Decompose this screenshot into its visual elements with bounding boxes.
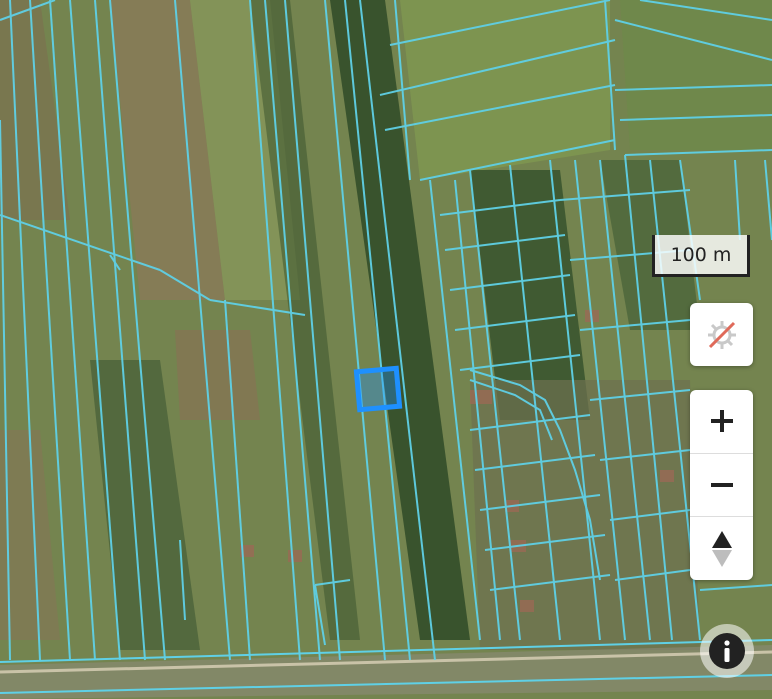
selected-parcel[interactable] [353,365,403,413]
info-icon [709,633,745,669]
zoom-controls [690,390,753,580]
minus-icon [710,483,733,487]
scale-bar: 100 m [652,235,750,277]
scale-label: 100 m [670,243,732,266]
zoom-out-button[interactable] [690,454,753,518]
gps-toggle-button[interactable] [690,303,753,366]
satellite-map[interactable] [0,0,772,699]
gear-crossed-icon [707,320,736,349]
zoom-in-button[interactable] [690,390,753,454]
info-button[interactable] [700,624,754,678]
plus-icon [710,410,733,433]
compass-arrow-icon [711,530,732,567]
compass-button[interactable] [690,517,753,580]
